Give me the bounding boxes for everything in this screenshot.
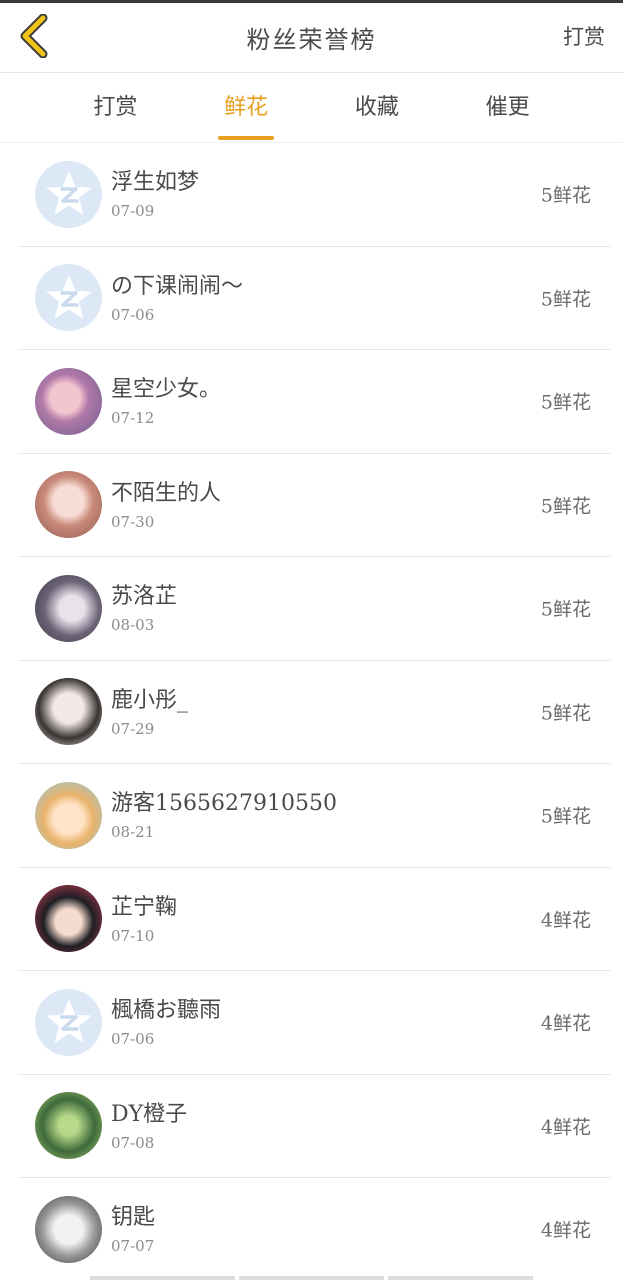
- list-item[interactable]: の下课闹闹〜 07-06 5鲜花: [18, 247, 611, 350]
- back-button[interactable]: [14, 13, 54, 63]
- fan-date: 07-06: [111, 305, 155, 324]
- fan-info: 鹿小彤_ 07-29: [111, 686, 188, 738]
- tab-flowers[interactable]: 鲜花: [218, 73, 275, 143]
- flower-count: 5鲜花: [540, 702, 591, 725]
- tab-reward[interactable]: 打赏: [89, 73, 141, 143]
- avatar[interactable]: [35, 574, 102, 642]
- header-bar: 粉丝荣誉榜 打赏: [0, 3, 623, 73]
- list-item[interactable]: 浮生如梦 07-09 5鲜花: [18, 143, 611, 247]
- flower-count: 4鲜花: [540, 1012, 591, 1035]
- fan-date: 07-06: [111, 1030, 155, 1049]
- fan-name: 星空少女。: [111, 377, 222, 403]
- list-item[interactable]: 钥匙 07-07 4鲜花: [18, 1178, 611, 1280]
- flower-count: 5鲜花: [540, 495, 591, 518]
- flower-count: 5鲜花: [540, 184, 591, 207]
- avatar[interactable]: [35, 471, 102, 539]
- fan-date: 08-21: [111, 823, 155, 842]
- bottom-scroll-indicator: [0, 1276, 623, 1280]
- avatar[interactable]: [35, 160, 102, 228]
- fan-info: 芷宁鞠 07-10: [111, 893, 177, 945]
- fan-date: 08-03: [111, 616, 155, 635]
- fan-date: 07-30: [111, 512, 155, 531]
- fan-date: 07-29: [111, 719, 155, 738]
- list-item[interactable]: 游客1565627910550 08-21 5鲜花: [18, 764, 611, 868]
- flower-count: 5鲜花: [540, 805, 591, 828]
- star-icon: [45, 274, 92, 319]
- fan-name: DY橙子: [111, 1101, 188, 1127]
- avatar[interactable]: [35, 1195, 102, 1263]
- list-item[interactable]: 芷宁鞠 07-10 4鲜花: [18, 868, 611, 971]
- list-item[interactable]: 鹿小彤_ 07-29 5鲜花: [18, 661, 611, 764]
- fan-name: 游客1565627910550: [111, 791, 337, 817]
- list-item[interactable]: DY橙子 07-08 4鲜花: [18, 1075, 611, 1178]
- star-icon: [45, 999, 92, 1044]
- fan-info: の下课闹闹〜 07-06: [111, 272, 243, 324]
- flower-count: 4鲜花: [540, 1219, 591, 1242]
- fan-name: 浮生如梦: [111, 170, 200, 196]
- tab-bar: 打赏 鲜花 收藏 催更: [0, 73, 623, 143]
- fan-list: 浮生如梦 07-09 5鲜花 の下课闹闹〜 07-06 5鲜花 星空少女。 07-12 5鲜花不…: [0, 143, 623, 1280]
- flower-count: 5鲜花: [540, 288, 591, 311]
- avatar[interactable]: [35, 988, 102, 1056]
- avatar[interactable]: [35, 885, 102, 953]
- fan-name: 不陌生的人: [111, 480, 222, 506]
- avatar[interactable]: [35, 264, 102, 332]
- fan-date: 07-08: [111, 1133, 155, 1152]
- fan-info: 游客1565627910550 08-21: [111, 789, 337, 841]
- tab-favorites[interactable]: 收藏: [351, 73, 403, 143]
- list-item[interactable]: 不陌生的人 07-30 5鲜花: [18, 454, 611, 557]
- fan-date: 07-12: [111, 409, 155, 428]
- fan-info: 不陌生的人 07-30: [111, 479, 221, 531]
- avatar[interactable]: [35, 678, 102, 746]
- fan-name: の下课闹闹〜: [111, 273, 244, 299]
- fan-name: 钥匙: [111, 1205, 156, 1231]
- fan-info: 钥匙 07-07: [111, 1203, 155, 1255]
- avatar[interactable]: [35, 781, 102, 849]
- fan-name: 楓橋お聽雨: [111, 998, 222, 1024]
- list-item[interactable]: 星空少女。 07-12 5鲜花: [18, 350, 611, 454]
- flower-count: 4鲜花: [540, 909, 591, 932]
- fan-info: 楓橋お聽雨 07-06: [111, 996, 221, 1048]
- fan-info: 星空少女。 07-12: [111, 375, 221, 427]
- chevron-left-icon: [19, 13, 49, 62]
- fan-info: 浮生如梦 07-09: [111, 168, 199, 220]
- avatar[interactable]: [35, 1092, 102, 1160]
- fan-info: DY橙子 07-08: [111, 1100, 187, 1152]
- fan-date: 07-10: [111, 926, 155, 945]
- fan-name: 苏洛芷: [111, 584, 178, 610]
- tab-urge[interactable]: 催更: [482, 73, 534, 143]
- star-icon: [45, 171, 92, 216]
- reward-button[interactable]: 打赏: [563, 21, 605, 51]
- list-item[interactable]: 楓橋お聽雨 07-06 4鲜花: [18, 971, 611, 1075]
- page-title: 粉丝荣誉榜: [246, 26, 377, 54]
- fan-info: 苏洛芷 08-03: [111, 582, 177, 634]
- flower-count: 4鲜花: [540, 1116, 591, 1139]
- fan-name: 鹿小彤_: [111, 687, 189, 713]
- fan-date: 07-09: [111, 202, 155, 221]
- list-item[interactable]: 苏洛芷 08-03 5鲜花: [18, 557, 611, 661]
- fan-date: 07-07: [111, 1237, 155, 1256]
- avatar[interactable]: [35, 367, 102, 435]
- fan-name: 芷宁鞠: [111, 894, 178, 920]
- flower-count: 5鲜花: [540, 391, 591, 414]
- flower-count: 5鲜花: [540, 598, 591, 621]
